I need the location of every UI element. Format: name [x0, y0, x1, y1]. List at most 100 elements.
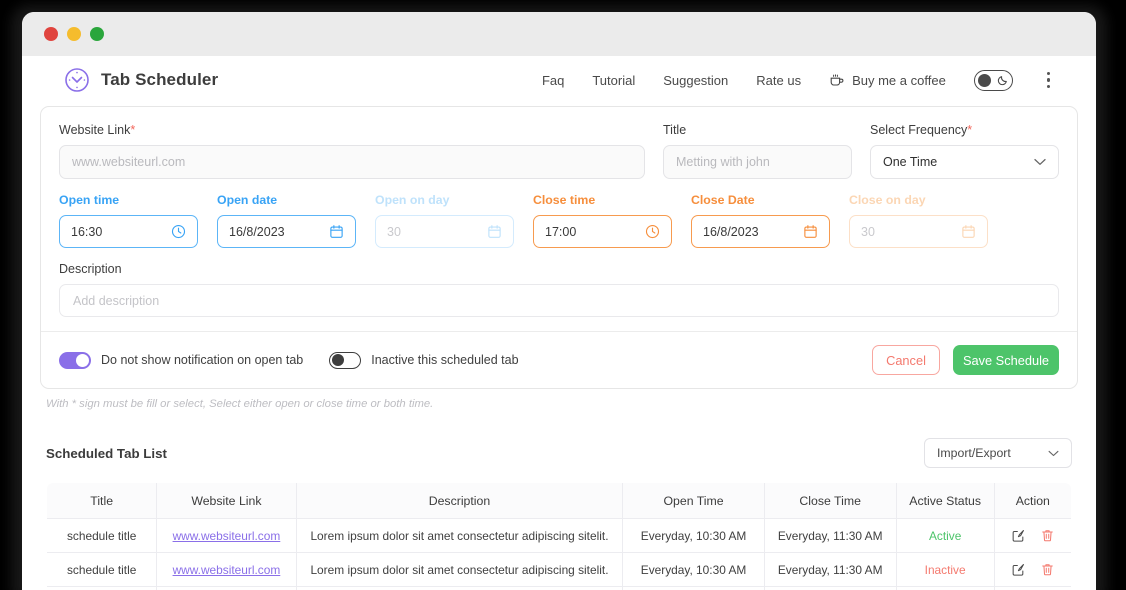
edit-icon[interactable]: [1011, 528, 1026, 543]
toggle-switch-inactive[interactable]: [329, 351, 362, 369]
trash-icon[interactable]: [1040, 562, 1055, 577]
open-on-day-value: 30: [387, 224, 401, 239]
trash-icon[interactable]: [1040, 528, 1055, 543]
table-header-row: Title Website Link Description Open Time…: [47, 483, 1071, 519]
screen: Tab Scheduler Faq Tutorial Suggestion Ra…: [0, 0, 1126, 590]
cell-title: schedule title: [47, 518, 158, 553]
nav-link-faq[interactable]: Faq: [542, 73, 564, 88]
frequency-label: Select Frequency*: [870, 123, 973, 137]
clock-icon[interactable]: [171, 224, 186, 239]
buy-me-a-coffee-button[interactable]: Buy me a coffee: [829, 72, 946, 88]
open-date-label: Open date: [217, 193, 278, 207]
edit-icon[interactable]: [1011, 562, 1026, 577]
cell-website-link: [156, 586, 297, 590]
brand: Tab Scheduler: [64, 67, 218, 93]
table-row: schedule title www.websiteurl.com Lorem …: [47, 552, 1071, 587]
website-link[interactable]: www.websiteurl.com: [173, 563, 281, 577]
table-body: schedule title www.websiteurl.com Lorem …: [47, 518, 1071, 590]
calendar-icon[interactable]: [487, 224, 502, 239]
calendar-icon[interactable]: [803, 224, 818, 239]
cell-open-time: [622, 586, 765, 590]
dark-mode-toggle[interactable]: [973, 69, 1013, 91]
description-input[interactable]: Add description: [59, 284, 1059, 317]
form-row-primary: Website Link* www.websiteurl.com Title M…: [59, 123, 1059, 179]
close-time-input[interactable]: 17:00: [533, 215, 672, 248]
close-window-button[interactable]: [44, 27, 58, 41]
field-open-date: Open date 16/8/2023: [217, 193, 356, 248]
website-link-placeholder: www.websiteurl.com: [72, 155, 186, 169]
open-time-value: 16:30: [71, 224, 103, 239]
kebab-menu-icon[interactable]: [1041, 68, 1056, 92]
title-placeholder: Metting with john: [676, 155, 770, 169]
close-on-day-value: 30: [861, 224, 875, 239]
title-label: Title: [663, 123, 687, 137]
open-time-input[interactable]: 16:30: [59, 215, 198, 248]
calendar-icon[interactable]: [961, 224, 976, 239]
cell-close-time: [764, 586, 897, 590]
table-row: [47, 586, 1071, 590]
field-website-link: Website Link* www.websiteurl.com: [59, 123, 645, 179]
close-date-input[interactable]: 16/8/2023: [691, 215, 830, 248]
open-date-input[interactable]: 16/8/2023: [217, 215, 356, 248]
scheduled-list-title: Scheduled Tab List: [46, 445, 167, 461]
website-link[interactable]: www.websiteurl.com: [173, 529, 281, 543]
form-actions: Cancel Save Schedule: [872, 345, 1059, 375]
description-placeholder: Add description: [73, 293, 160, 308]
frequency-selected-value: One Time: [883, 155, 938, 169]
cancel-button[interactable]: Cancel: [872, 345, 940, 375]
maximize-window-button[interactable]: [90, 27, 104, 41]
field-open-on-day: Open on day 30: [375, 193, 514, 248]
header-nav: Faq Tutorial Suggestion Rate us Buy me a…: [542, 68, 1056, 92]
close-on-day-label: Close on day: [849, 193, 926, 207]
field-close-date: Close Date 16/8/2023: [691, 193, 830, 248]
table-row: schedule title www.websiteurl.com Lorem …: [47, 518, 1071, 553]
browser-window: Tab Scheduler Faq Tutorial Suggestion Ra…: [22, 12, 1096, 590]
scheduled-list-header: Scheduled Tab List Import/Export: [46, 438, 1072, 468]
frequency-select[interactable]: One Time: [870, 145, 1059, 179]
column-header-description: Description: [296, 483, 624, 519]
toggle-switch-no-notification[interactable]: [59, 351, 91, 369]
cell-close-time: Everyday, 11:30 AM: [764, 552, 897, 587]
close-time-label: Close time: [533, 193, 596, 207]
moon-icon: [997, 74, 1009, 86]
toggle-inactive-schedule[interactable]: Inactive this scheduled tab: [329, 351, 519, 369]
import-export-select[interactable]: Import/Export: [924, 438, 1072, 468]
field-title: Title Metting with john: [663, 123, 852, 179]
minimize-window-button[interactable]: [67, 27, 81, 41]
close-time-value: 17:00: [545, 224, 577, 239]
title-input[interactable]: Metting with john: [663, 145, 852, 179]
chevron-down-icon: [1034, 158, 1046, 166]
nav-link-tutorial[interactable]: Tutorial: [592, 73, 635, 88]
status-badge: [896, 586, 995, 590]
field-close-time: Close time 17:00: [533, 193, 672, 248]
form-toggles: Do not show notification on open tab Ina…: [59, 351, 519, 369]
cell-close-time: Everyday, 11:30 AM: [764, 518, 897, 553]
cell-open-time: Everyday, 10:30 AM: [622, 518, 765, 553]
cell-title: [47, 586, 158, 590]
cell-description: Lorem ipsum dolor sit amet consectetur a…: [296, 552, 624, 587]
form-row-schedule-times: Open time 16:30 Open date 16/8/2023 Open…: [59, 193, 1059, 248]
open-on-day-input[interactable]: 30: [375, 215, 514, 248]
buy-me-a-coffee-label: Buy me a coffee: [852, 72, 946, 88]
open-on-day-label: Open on day: [375, 193, 450, 207]
description-label: Description: [59, 262, 122, 276]
toggle-no-notification[interactable]: Do not show notification on open tab: [59, 351, 304, 369]
save-schedule-button[interactable]: Save Schedule: [953, 345, 1059, 375]
nav-link-rate-us[interactable]: Rate us: [756, 73, 801, 88]
website-link-input[interactable]: www.websiteurl.com: [59, 145, 645, 179]
form-note: With * sign must be fill or select, Sele…: [46, 398, 434, 410]
page-title: Tab Scheduler: [101, 70, 219, 89]
schedule-form-card: Website Link* www.websiteurl.com Title M…: [40, 106, 1078, 389]
toggle-no-notification-label: Do not show notification on open tab: [101, 353, 304, 367]
status-badge: Active: [896, 518, 995, 553]
close-on-day-input[interactable]: 30: [849, 215, 988, 248]
website-link-label: Website Link*: [59, 123, 136, 137]
nav-link-suggestion[interactable]: Suggestion: [663, 73, 728, 88]
field-frequency: Select Frequency* One Time: [870, 123, 1059, 179]
column-header-title: Title: [47, 483, 158, 519]
cell-website-link: www.websiteurl.com: [156, 518, 297, 553]
calendar-icon[interactable]: [329, 224, 344, 239]
cell-action: [994, 586, 1071, 590]
clock-icon[interactable]: [645, 224, 660, 239]
scheduled-tab-table: Title Website Link Description Open Time…: [46, 482, 1072, 590]
